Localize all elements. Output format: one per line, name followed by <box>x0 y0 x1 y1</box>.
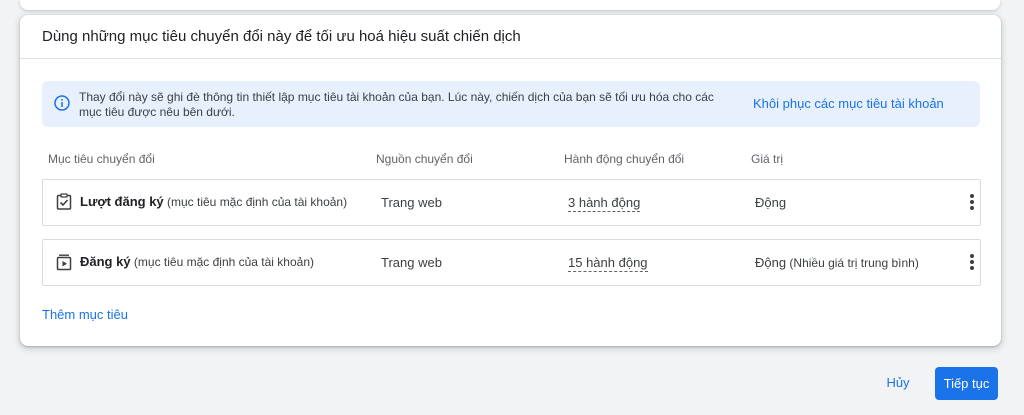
info-banner: Thay đổi này sẽ ghi đè thông tin thiết l… <box>42 81 980 127</box>
goal-name-note: (mục tiêu mặc định của tài khoản) <box>163 195 348 209</box>
goal-source: Trang web <box>381 195 442 210</box>
goal-value-note: (Nhiều giá trị trung bình) <box>786 256 919 270</box>
add-goal-link[interactable]: Thêm mục tiêu <box>42 307 128 322</box>
goal-source: Trang web <box>381 255 442 270</box>
previous-card-edge <box>20 0 1000 10</box>
info-icon <box>54 95 70 111</box>
goal-row: Lượt đăng ký (mục tiêu mặc định của tài … <box>42 179 981 226</box>
continue-button[interactable]: Tiếp tục <box>935 367 998 400</box>
goal-value: Động (Nhiều giá trị trung bình) <box>755 255 919 270</box>
goal-actions-link[interactable]: 15 hành động <box>568 255 648 272</box>
goal-name: Lượt đăng ký (mục tiêu mặc định của tài … <box>80 194 347 209</box>
restore-account-goals-link[interactable]: Khôi phục các mục tiêu tài khoản <box>753 96 944 111</box>
column-header-source: Nguồn chuyển đổi <box>376 152 473 166</box>
goal-actions[interactable]: 15 hành động <box>568 255 648 272</box>
cancel-button[interactable]: Hủy <box>874 366 922 400</box>
clipboard-check-icon <box>56 193 72 210</box>
goal-actions[interactable]: 3 hành động <box>568 195 641 212</box>
card-header: Dùng những mục tiêu chuyển đổi này để tố… <box>20 15 1001 59</box>
goal-name-label: Lượt đăng ký <box>80 194 164 209</box>
goal-value: Động <box>755 195 786 210</box>
goal-name-label: Đăng ký <box>80 254 131 269</box>
goal-name: Đăng ký (mục tiêu mặc định của tài khoản… <box>80 254 314 269</box>
column-header-value: Giá trị <box>751 152 784 166</box>
goal-row: Đăng ký (mục tiêu mặc định của tài khoản… <box>42 239 981 286</box>
column-header-actions: Hành động chuyển đổi <box>564 152 685 166</box>
conversion-goals-card: Dùng những mục tiêu chuyển đổi này để tố… <box>20 15 1001 346</box>
goal-actions-link[interactable]: 3 hành động <box>568 195 641 212</box>
column-header-goal: Mục tiêu chuyển đổi <box>48 152 155 166</box>
video-play-icon <box>56 254 72 271</box>
goal-name-note: (mục tiêu mặc định của tài khoản) <box>130 255 314 269</box>
more-vert-icon[interactable] <box>968 254 976 272</box>
goal-value-label: Động <box>755 255 787 270</box>
goal-value-label: Động <box>755 195 787 210</box>
card-title: Dùng những mục tiêu chuyển đổi này để tố… <box>42 28 521 45</box>
more-vert-icon[interactable] <box>968 194 976 212</box>
banner-text: Thay đổi này sẽ ghi đè thông tin thiết l… <box>79 90 714 119</box>
